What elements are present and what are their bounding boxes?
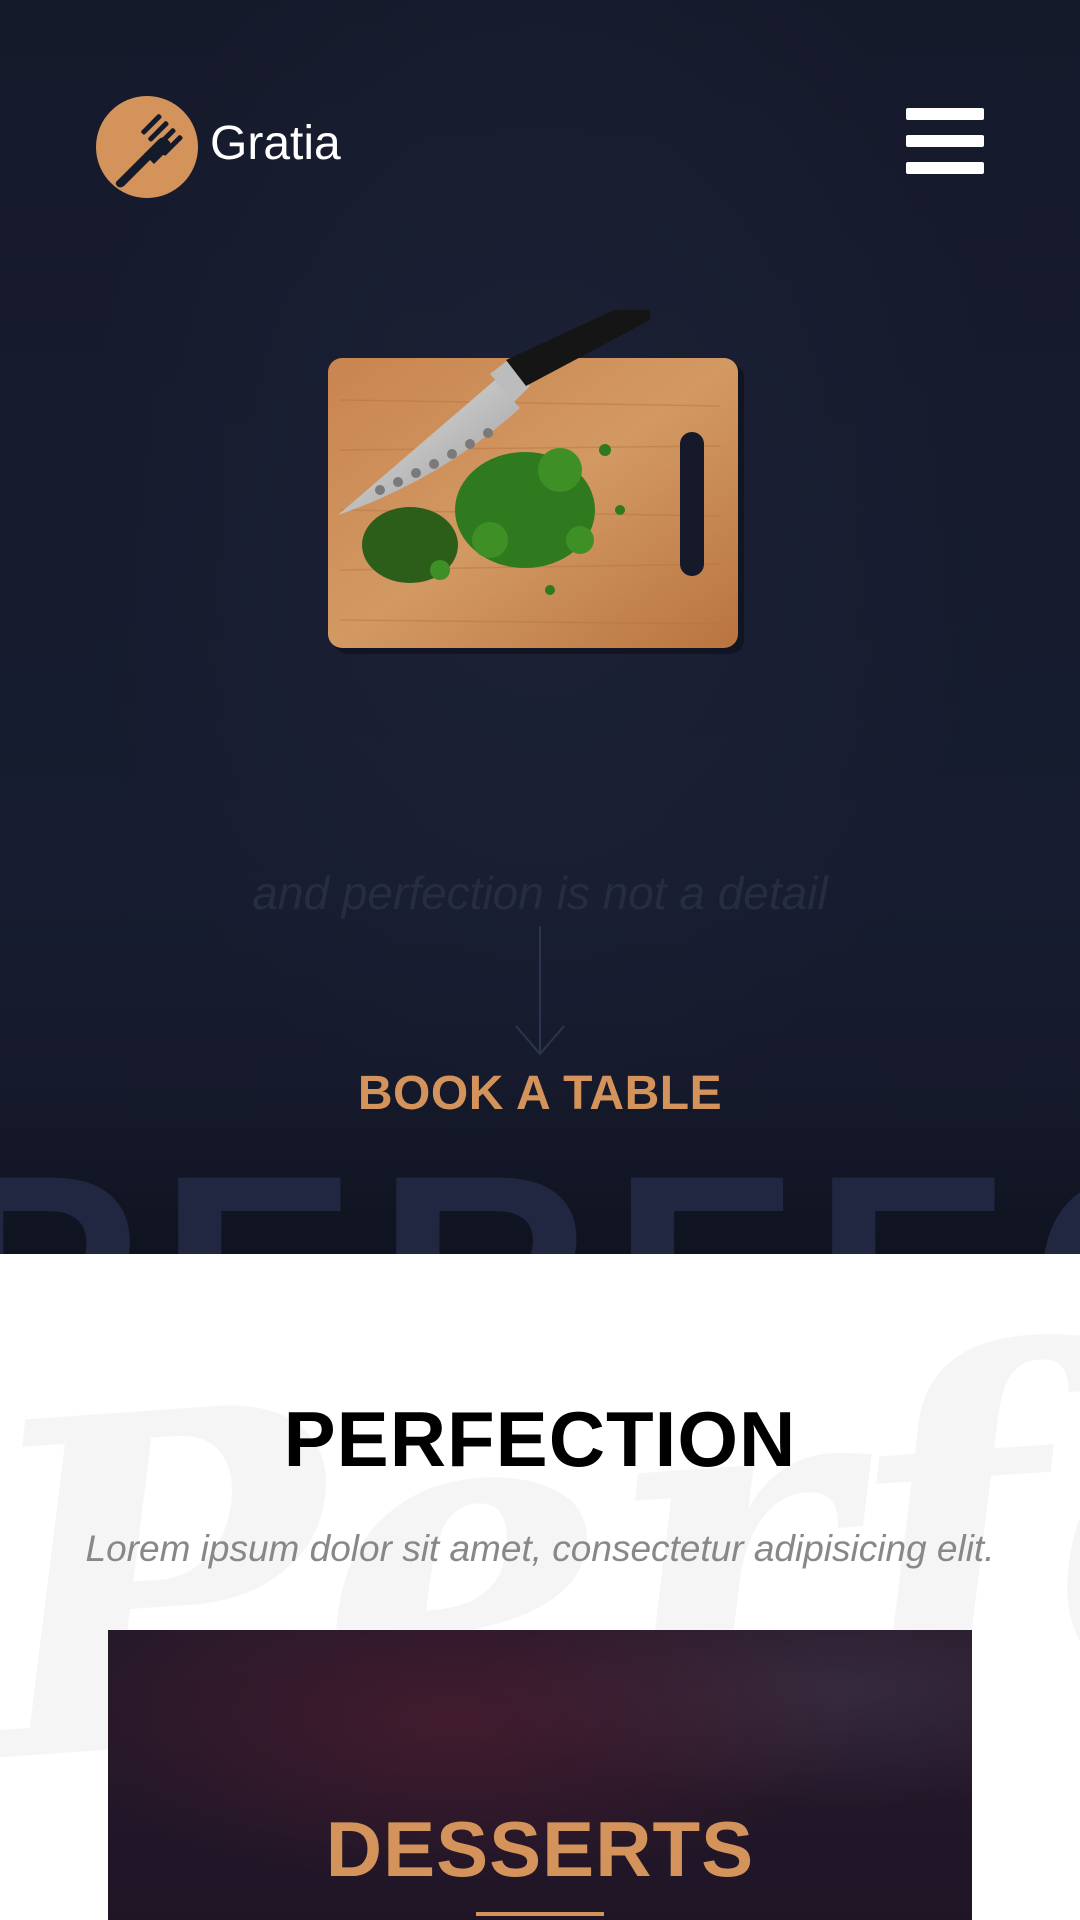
desserts-card-title: DESSERTS (325, 1805, 755, 1893)
cutting-board-illustration (320, 300, 760, 660)
arrow-down-icon (515, 1025, 565, 1056)
hero-background-word: PERFECTION (0, 1130, 1080, 1254)
hamburger-menu-icon[interactable] (906, 108, 984, 174)
card-title-underline (476, 1912, 604, 1916)
brand-name: Gratia (210, 116, 341, 170)
hero-section: PERFECTION Gratia (0, 0, 1080, 1254)
fork-icon (96, 96, 198, 198)
logo[interactable]: Gratia (96, 96, 341, 198)
hero-tagline: and perfection is not a detail (252, 867, 828, 919)
perfection-section: Perfection PERFECTION Lorem ipsum dolor … (0, 1254, 1080, 1920)
section-title: PERFECTION (283, 1395, 797, 1483)
book-a-table-button[interactable]: BOOK A TABLE (0, 1066, 1080, 1121)
section-subtitle: Lorem ipsum dolor sit amet, consectetur … (85, 1528, 995, 1569)
desserts-card[interactable]: DESSERTS (108, 1630, 972, 1920)
